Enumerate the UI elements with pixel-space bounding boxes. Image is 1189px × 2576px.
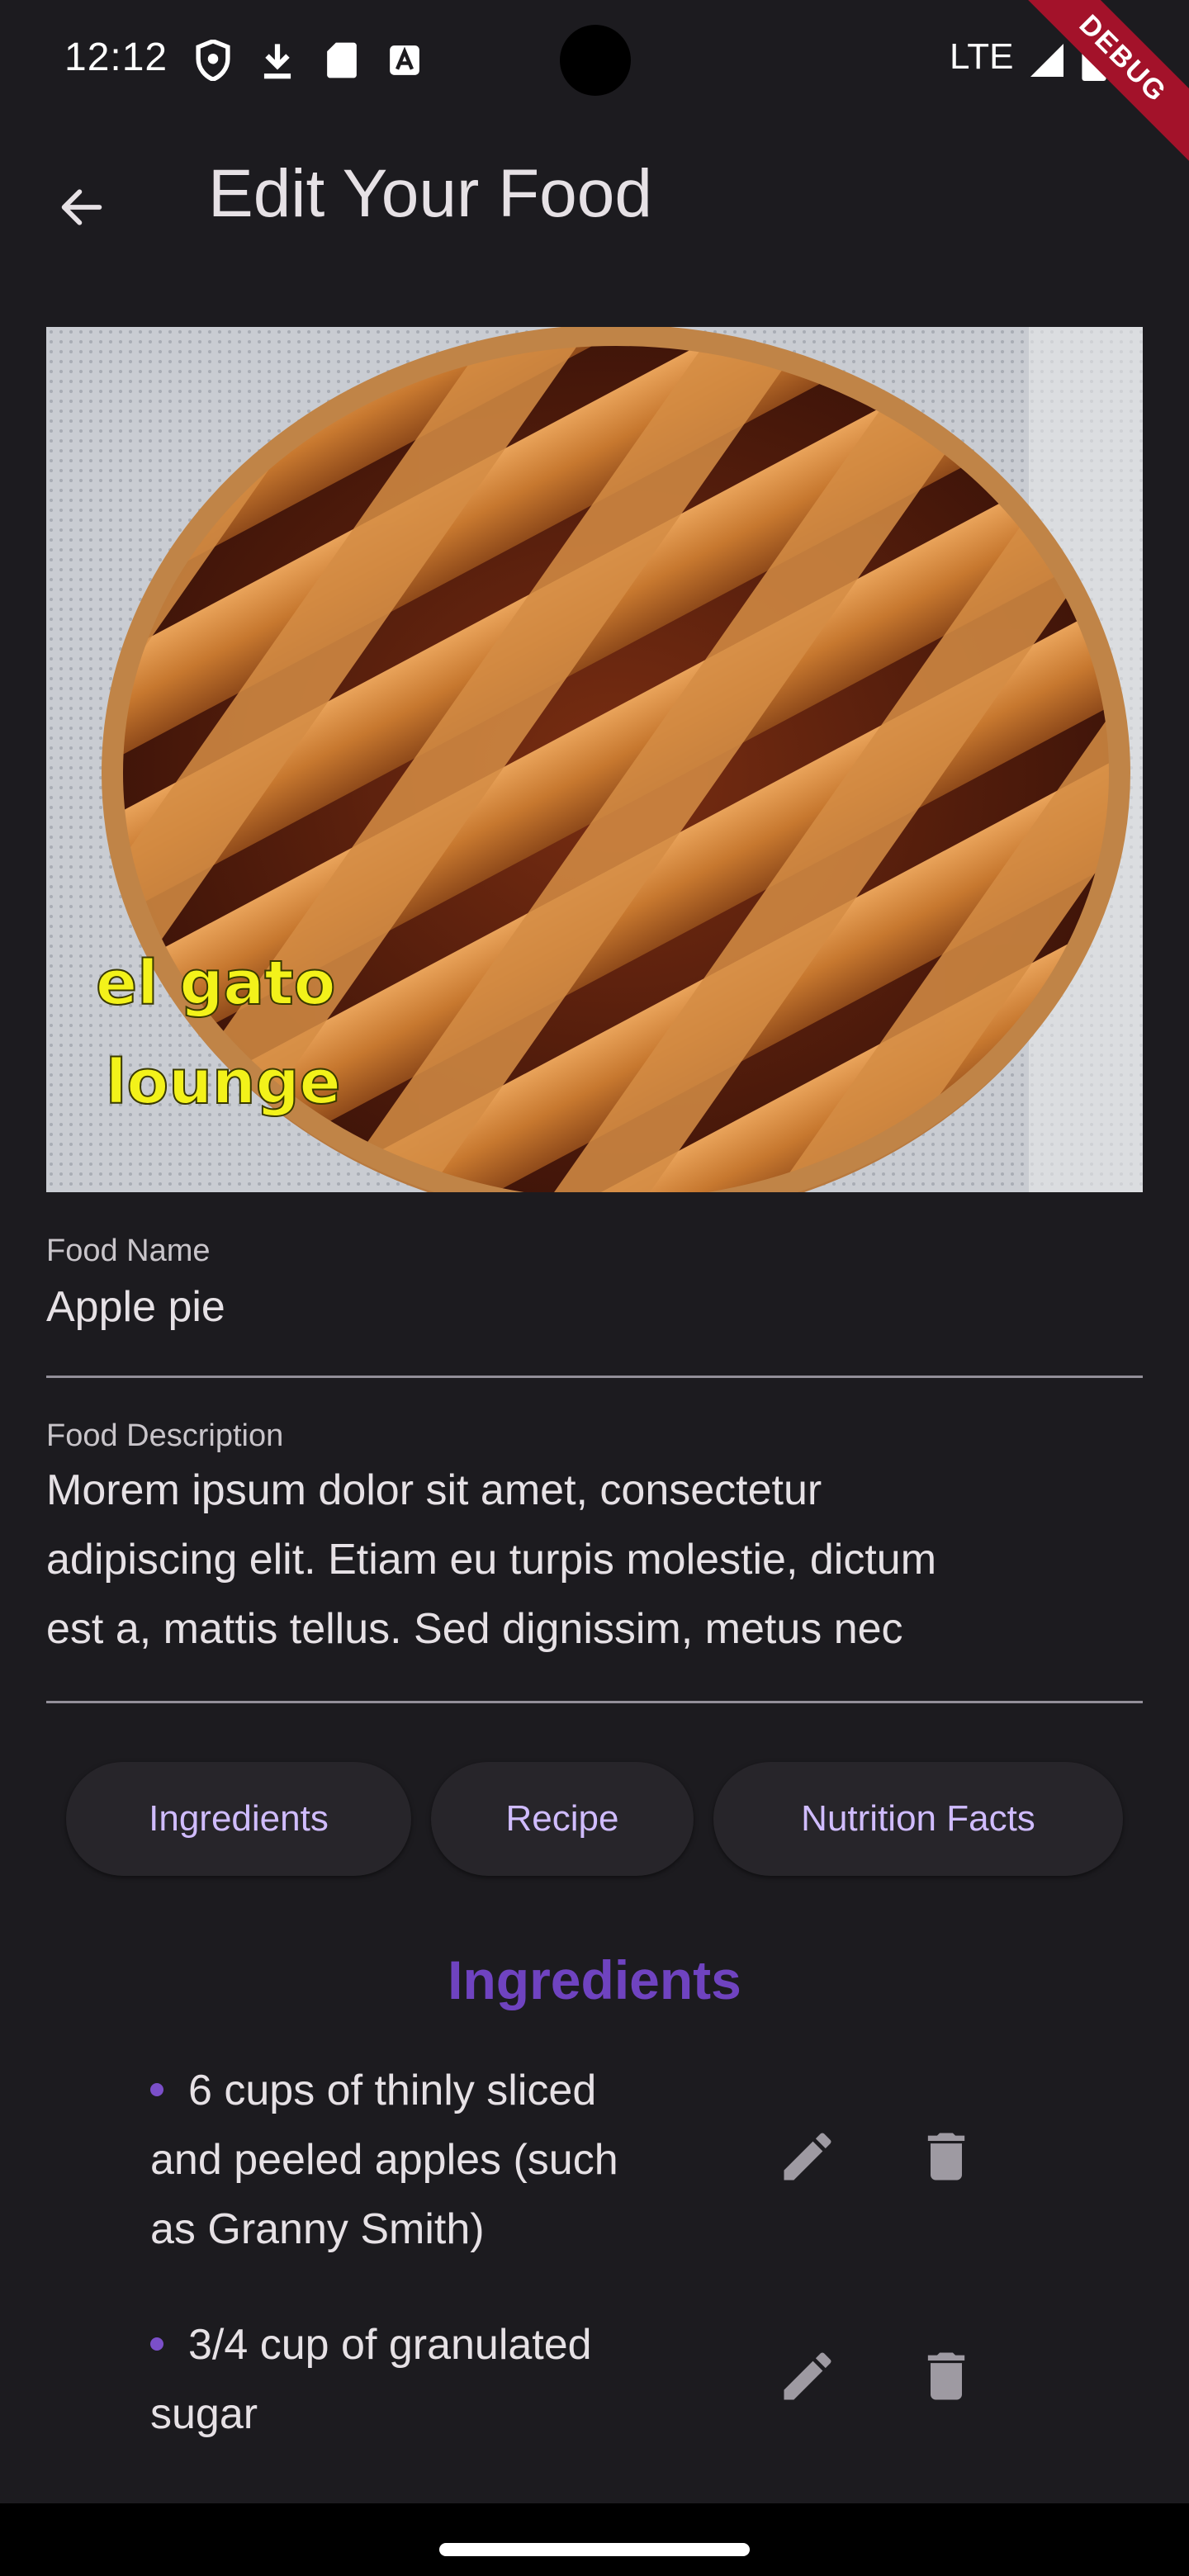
- delete-ingredient-button[interactable]: [913, 2343, 979, 2409]
- arrow-back-icon: [61, 189, 102, 225]
- camera-cutout: [560, 25, 631, 96]
- watermark-line-2: lounge: [106, 1047, 341, 1118]
- delete-ingredient-button[interactable]: [913, 2124, 979, 2190]
- edit-ingredient-button[interactable]: [775, 2124, 841, 2190]
- food-image[interactable]: el gato lounge: [46, 327, 1143, 1192]
- shield-icon: [196, 40, 230, 81]
- keyboard-a-icon: [390, 45, 419, 75]
- sd-card-icon: [327, 42, 357, 78]
- trash-icon: [927, 2133, 965, 2181]
- home-gesture-handle[interactable]: [439, 2543, 750, 2556]
- apple-pie-photo: el gato lounge: [46, 327, 1143, 1192]
- ingredient-line: 6 cups of thinly sliced: [150, 2056, 679, 2125]
- tab-ingredients[interactable]: Ingredients: [66, 1762, 411, 1876]
- ingredient-line: sugar: [150, 2390, 258, 2438]
- status-time: 12:12: [64, 36, 168, 79]
- section-title: Ingredients: [448, 1949, 741, 2010]
- description-line: Morem ipsum dolor sit amet, consectetur: [46, 1466, 822, 1514]
- food-name-label: Food Name: [46, 1234, 211, 1268]
- pencil-icon: [784, 2133, 831, 2181]
- bullet-icon: [150, 2337, 163, 2351]
- pencil-icon: [784, 2352, 831, 2400]
- ingredient-item: 6 cups of thinly sliced and peeled apple…: [150, 2056, 679, 2264]
- food-name-field[interactable]: Food Name Apple pie: [46, 1234, 1143, 1382]
- ingredient-line: as Granny Smith): [150, 2205, 485, 2253]
- food-description-underline: [46, 1701, 1143, 1703]
- food-name-underline: [46, 1376, 1143, 1378]
- network-type: LTE: [950, 36, 1014, 77]
- ingredient-line: and peeled apples (such: [150, 2136, 618, 2184]
- download-icon: [263, 44, 291, 79]
- ingredient-item: 3/4 cup of granulated sugar: [150, 2310, 679, 2449]
- description-line: est a, mattis tellus. Sed dignissim, met…: [46, 1605, 903, 1653]
- food-description-field[interactable]: Food Description Morem ipsum dolor sit a…: [46, 1418, 1143, 1703]
- tab-recipe[interactable]: Recipe: [431, 1762, 694, 1876]
- food-description-label: Food Description: [46, 1418, 284, 1453]
- description-line: adipiscing elit. Etiam eu turpis molesti…: [46, 1536, 937, 1584]
- ingredient-line: 3/4 cup of granulated: [150, 2310, 679, 2379]
- back-button[interactable]: [45, 170, 119, 244]
- navigation-bar: [0, 2503, 1189, 2576]
- app-bar: Edit Your Food: [0, 124, 1189, 272]
- page-title: Edit Your Food: [208, 156, 652, 231]
- trash-icon: [927, 2352, 965, 2400]
- edit-ingredient-button[interactable]: [775, 2343, 841, 2409]
- bullet-icon: [150, 2083, 163, 2097]
- food-name-value[interactable]: Apple pie: [46, 1272, 1143, 1342]
- status-bar: 12:12 LTE DEBUG: [0, 0, 1189, 164]
- watermark-line-1: el gato: [96, 948, 335, 1019]
- tab-nutrition-facts[interactable]: Nutrition Facts: [713, 1762, 1123, 1876]
- food-description-value[interactable]: Morem ipsum dolor sit amet, consectetur …: [46, 1456, 1143, 1664]
- signal-icon: [1030, 44, 1063, 77]
